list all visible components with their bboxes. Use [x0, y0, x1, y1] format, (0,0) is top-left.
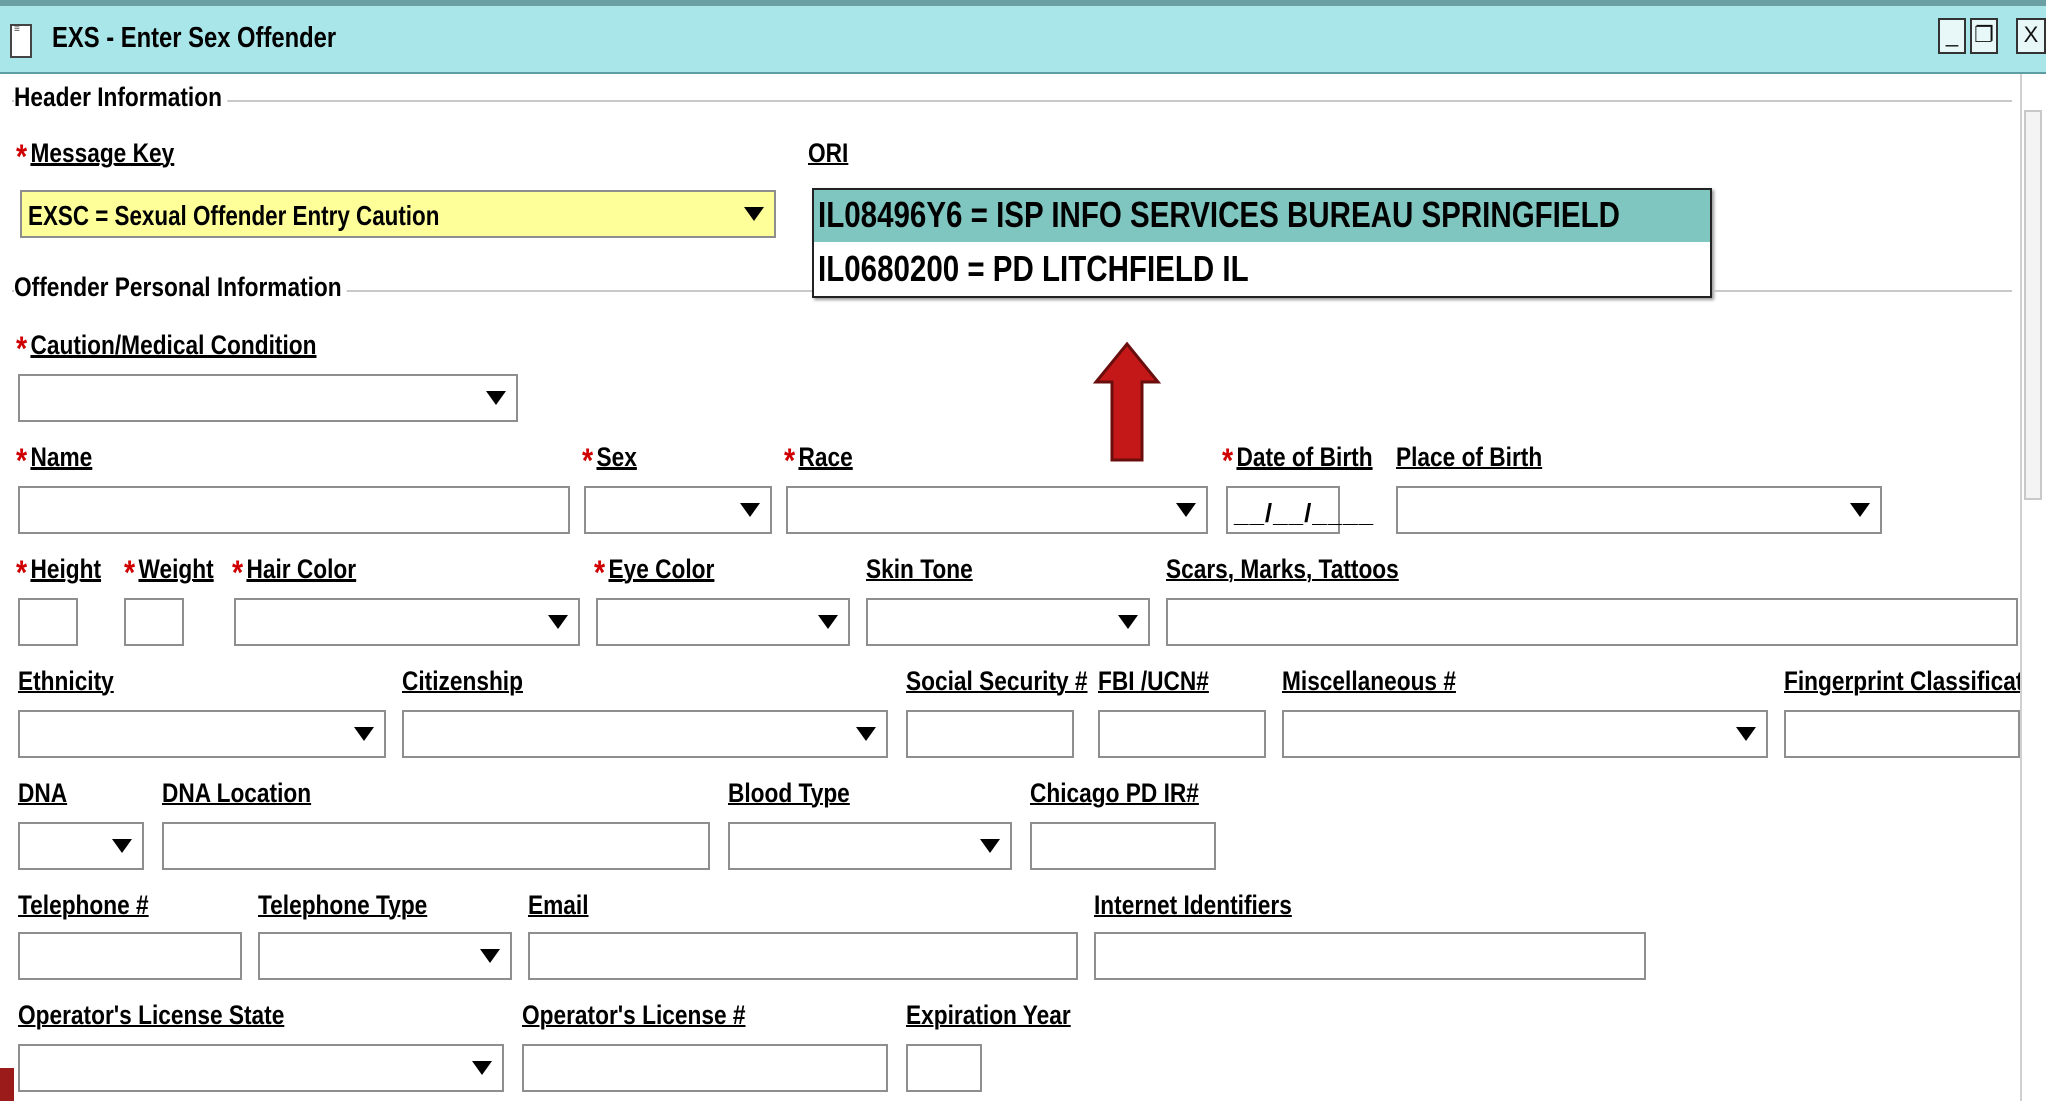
- up-arrow-icon: [1092, 341, 1162, 462]
- misc-select[interactable]: [1282, 710, 1768, 758]
- scrollbar-thumb[interactable]: [2024, 110, 2042, 500]
- dna-select[interactable]: [18, 822, 144, 870]
- ol-number-label: Operator's License #: [522, 1000, 746, 1030]
- chevron-down-icon: [548, 615, 568, 629]
- skin-tone-select[interactable]: [866, 598, 1150, 646]
- chevron-down-icon: [744, 207, 764, 221]
- chevron-down-icon: [740, 503, 760, 517]
- race-select[interactable]: [786, 486, 1208, 534]
- dob-input[interactable]: __/__/____: [1226, 486, 1373, 534]
- eye-color-label: * Eye Color: [594, 554, 715, 592]
- message-key-select[interactable]: EXSC = Sexual Offender Entry Caution: [20, 190, 776, 238]
- chicago-pd-label: Chicago PD IR#: [1030, 778, 1199, 808]
- chevron-down-icon: [354, 727, 374, 741]
- chevron-down-icon: [856, 727, 876, 741]
- chevron-down-icon: [480, 949, 500, 963]
- eye-color-select[interactable]: [596, 598, 850, 646]
- misc-label: Miscellaneous #: [1282, 666, 1456, 696]
- email-label: Email: [528, 890, 589, 920]
- ssn-input[interactable]: [906, 710, 1074, 758]
- chicago-pd-input[interactable]: [1030, 822, 1216, 870]
- hair-color-label: * Hair Color: [232, 554, 357, 592]
- dob-label: * Date of Birth: [1222, 442, 1373, 480]
- chevron-down-icon: [980, 839, 1000, 853]
- name-input[interactable]: [18, 486, 570, 534]
- ori-label: ORI: [808, 138, 849, 168]
- scars-input[interactable]: [1166, 598, 2018, 646]
- height-input[interactable]: [18, 598, 78, 646]
- message-key-value: EXSC = Sexual Offender Entry Caution: [28, 200, 440, 231]
- dna-location-input[interactable]: [162, 822, 710, 870]
- place-of-birth-label: Place of Birth: [1396, 442, 1543, 472]
- telephone-label: Telephone #: [18, 890, 149, 920]
- dna-location-label: DNA Location: [162, 778, 312, 808]
- header-section-divider: [12, 100, 2012, 102]
- ol-state-label: Operator's License State: [18, 1000, 285, 1030]
- ori-option-litchfield[interactable]: IL0680200 = PD LITCHFIELD IL: [814, 244, 1710, 296]
- blood-type-label: Blood Type: [728, 778, 850, 808]
- dna-label: DNA: [18, 778, 68, 808]
- sex-label: * Sex: [582, 442, 637, 480]
- weight-input[interactable]: [124, 598, 184, 646]
- name-label: * Name: [16, 442, 93, 480]
- hair-color-select[interactable]: [234, 598, 580, 646]
- citizenship-label: Citizenship: [402, 666, 523, 696]
- chevron-down-icon: [112, 839, 132, 853]
- chevron-down-icon: [1118, 615, 1138, 629]
- height-label: * Height: [16, 554, 102, 592]
- window-title: EXS - Enter Sex Offender: [52, 22, 337, 54]
- minimize-button[interactable]: _: [1938, 18, 1966, 54]
- chevron-down-icon: [1736, 727, 1756, 741]
- place-of-birth-select[interactable]: [1396, 486, 1882, 534]
- slide-corner-decoration: [0, 1068, 14, 1101]
- citizenship-select[interactable]: [402, 710, 888, 758]
- window-menu-icon[interactable]: ≡: [10, 24, 32, 58]
- blood-type-select[interactable]: [728, 822, 1012, 870]
- ori-dropdown-list[interactable]: IL08496Y6 = ISP INFO SERVICES BUREAU SPR…: [812, 188, 1712, 298]
- personal-section-divider-right: [1714, 290, 2012, 292]
- telephone-input[interactable]: [18, 932, 242, 980]
- sex-select[interactable]: [584, 486, 772, 534]
- chevron-down-icon: [1850, 503, 1870, 517]
- race-label: * Race: [784, 442, 853, 480]
- app-window: ≡ EXS - Enter Sex Offender _ ❐ X Header …: [0, 0, 2046, 1101]
- weight-label: * Weight: [124, 554, 214, 592]
- restore-button[interactable]: ❐: [1970, 18, 1998, 54]
- internet-identifiers-input[interactable]: [1094, 932, 1646, 980]
- ssn-label: Social Security #: [906, 666, 1088, 696]
- ol-state-select[interactable]: [18, 1044, 504, 1092]
- caution-select[interactable]: [18, 374, 518, 422]
- close-button[interactable]: X: [2016, 18, 2046, 54]
- scars-label: Scars, Marks, Tattoos: [1166, 554, 1399, 584]
- skin-tone-label: Skin Tone: [866, 554, 973, 584]
- chevron-down-icon: [472, 1061, 492, 1075]
- message-key-label: * Message Key: [16, 138, 175, 176]
- chevron-down-icon: [818, 615, 838, 629]
- fingerprint-input[interactable]: [1784, 710, 2020, 758]
- internet-identifiers-label: Internet Identifiers: [1094, 890, 1292, 920]
- ori-option-springfield[interactable]: IL08496Y6 = ISP INFO SERVICES BUREAU SPR…: [814, 190, 1710, 242]
- personal-section-label: Offender Personal Information: [14, 272, 347, 303]
- caution-label: * Caution/Medical Condition: [16, 330, 317, 368]
- ethnicity-label: Ethnicity: [18, 666, 114, 696]
- fbi-label: FBI /UCN#: [1098, 666, 1209, 696]
- telephone-type-label: Telephone Type: [258, 890, 428, 920]
- chevron-down-icon: [1176, 503, 1196, 517]
- ethnicity-select[interactable]: [18, 710, 386, 758]
- email-input[interactable]: [528, 932, 1078, 980]
- required-marker: *: [16, 138, 28, 176]
- fingerprint-label: Fingerprint Classificat: [1784, 666, 2024, 696]
- chevron-down-icon: [486, 391, 506, 405]
- telephone-type-select[interactable]: [258, 932, 512, 980]
- fbi-input[interactable]: [1098, 710, 1266, 758]
- expiration-year-input[interactable]: [906, 1044, 982, 1092]
- ol-number-input[interactable]: [522, 1044, 888, 1092]
- expiration-year-label: Expiration Year: [906, 1000, 1071, 1030]
- header-section-label: Header Information: [14, 82, 227, 113]
